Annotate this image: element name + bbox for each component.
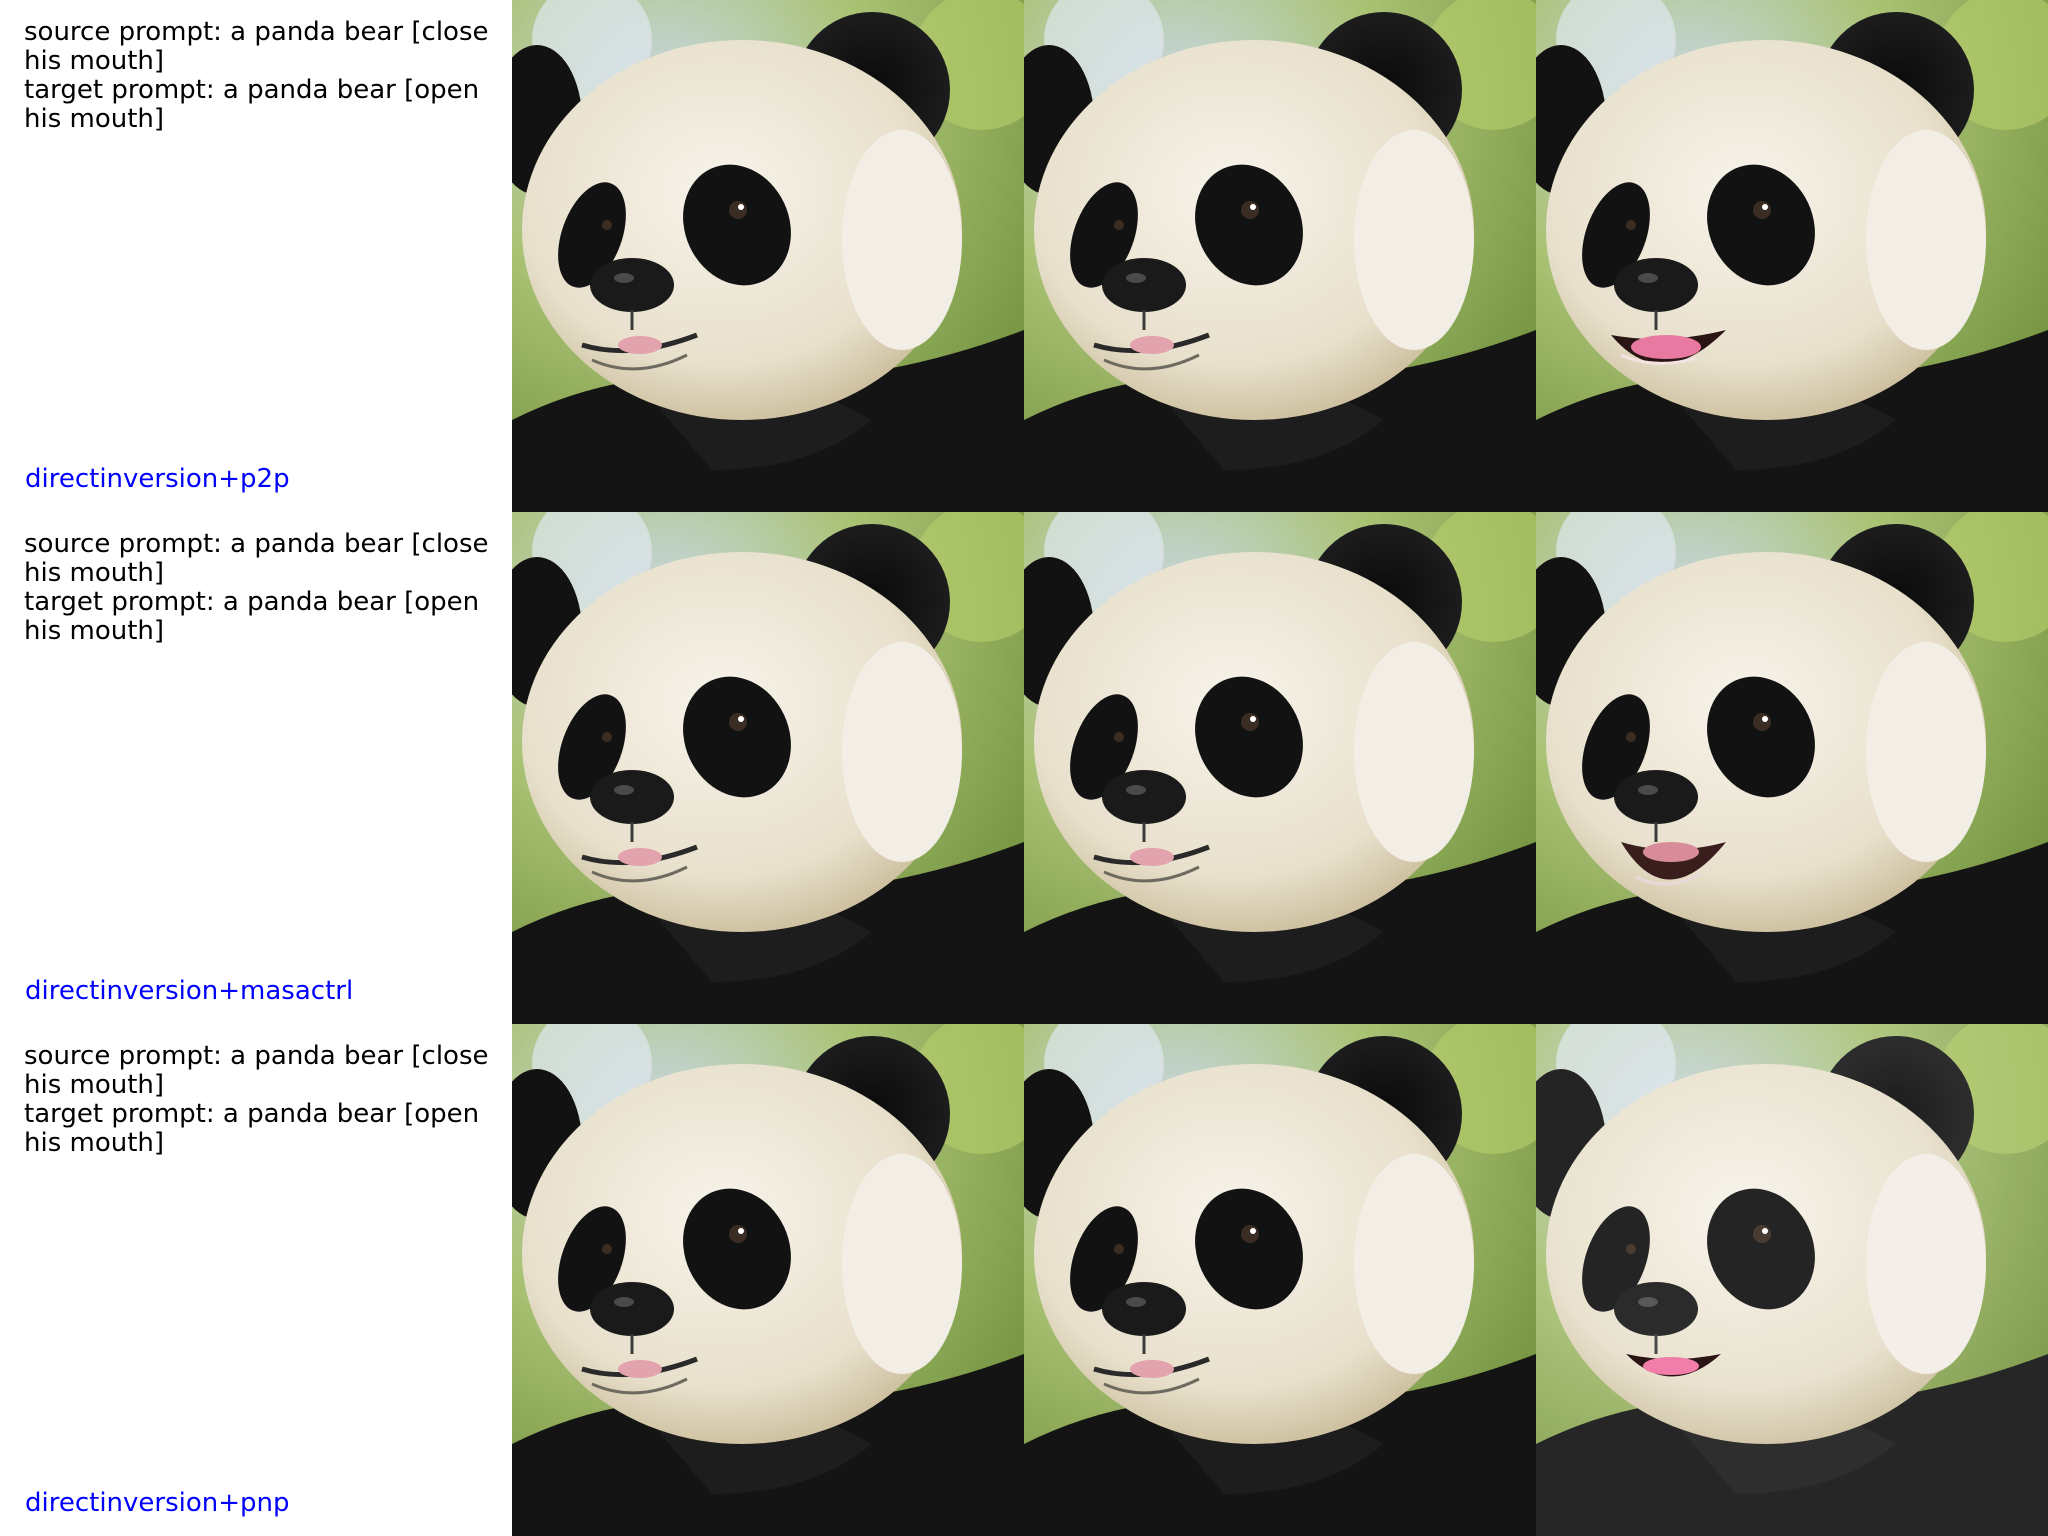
source-prompt: source prompt: a panda bear [close his m…: [24, 17, 489, 76]
target-prompt: target prompt: a panda bear [open his mo…: [24, 75, 480, 134]
source-prompt: source prompt: a panda bear [close his m…: [24, 529, 489, 588]
panda-photo-edited: [1536, 512, 2048, 1024]
method-label: directinversion+masactrl: [25, 976, 354, 1006]
panda-photo-edited: [1536, 1024, 2048, 1536]
comparison-grid: source prompt: a panda bear [close his m…: [0, 0, 2048, 1536]
prompt-text: source prompt: a panda bear [close his m…: [24, 18, 510, 134]
panda-photo-source: [512, 0, 1024, 512]
method-label: directinversion+pnp: [25, 1488, 290, 1518]
target-prompt: target prompt: a panda bear [open his mo…: [24, 587, 480, 646]
target-prompt: target prompt: a panda bear [open his mo…: [24, 1099, 480, 1158]
panda-photo-source: [512, 1024, 1024, 1536]
row-label-cell: source prompt: a panda bear [close his m…: [0, 1024, 512, 1536]
panda-photo-edited: [1536, 0, 2048, 512]
row-label-cell: source prompt: a panda bear [close his m…: [0, 512, 512, 1024]
prompt-text: source prompt: a panda bear [close his m…: [24, 530, 510, 646]
source-prompt: source prompt: a panda bear [close his m…: [24, 1041, 489, 1100]
result-row-p2p: source prompt: a panda bear [close his m…: [0, 0, 2048, 512]
method-label: directinversion+p2p: [25, 464, 290, 494]
prompt-text: source prompt: a panda bear [close his m…: [24, 1042, 510, 1158]
panda-photo-reconstruction: [1024, 0, 1536, 512]
result-row-pnp: source prompt: a panda bear [close his m…: [0, 1024, 2048, 1536]
panda-photo-reconstruction: [1024, 1024, 1536, 1536]
result-row-masactrl: source prompt: a panda bear [close his m…: [0, 512, 2048, 1024]
panda-photo-reconstruction: [1024, 512, 1536, 1024]
row-label-cell: source prompt: a panda bear [close his m…: [0, 0, 512, 512]
panda-photo-source: [512, 512, 1024, 1024]
